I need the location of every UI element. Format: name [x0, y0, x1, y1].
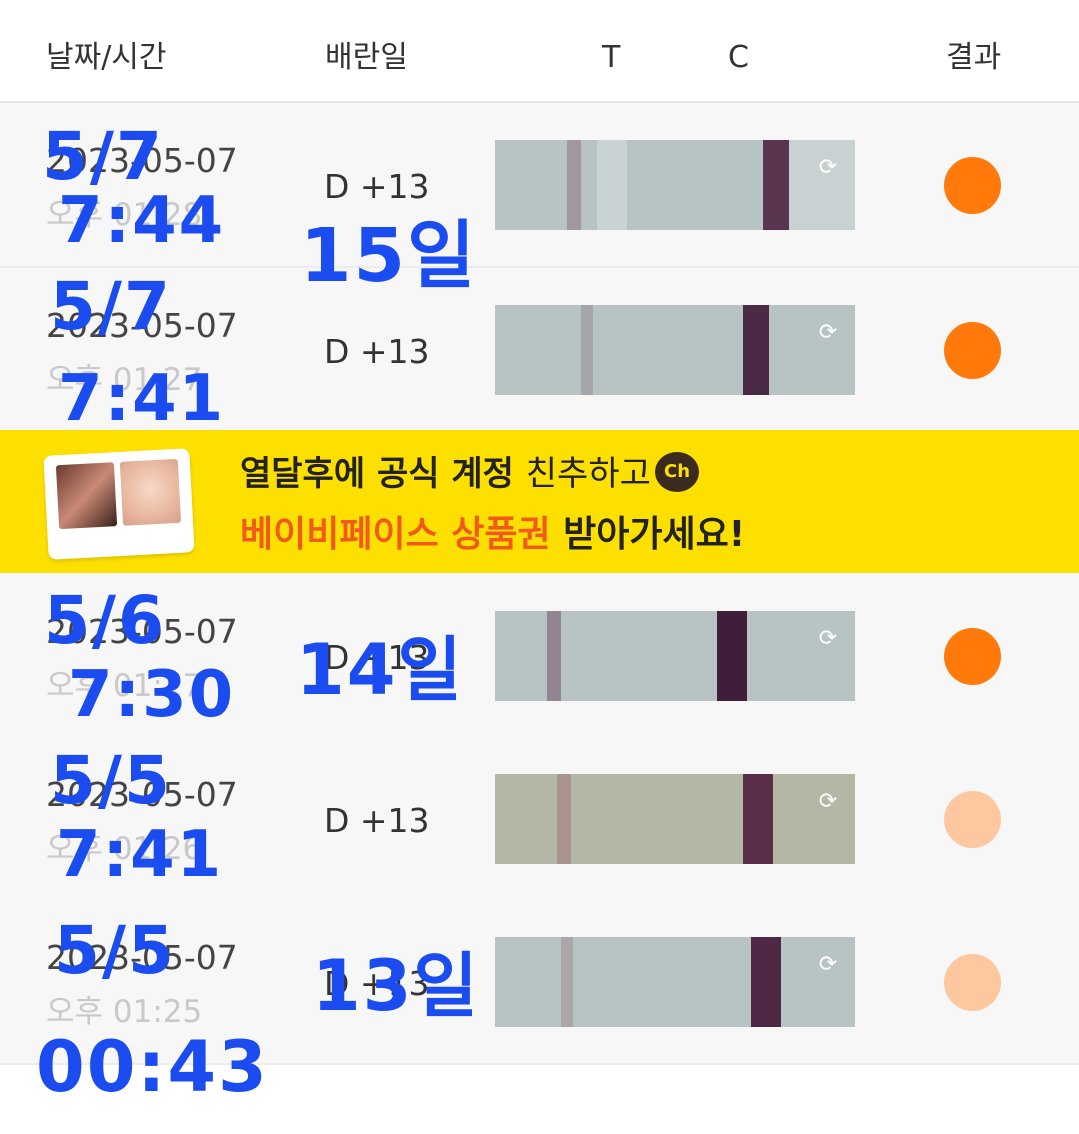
refresh-icon[interactable]: ⟳ [817, 628, 839, 650]
handwritten-time: 00:43 [36, 1026, 269, 1108]
result-indicator [944, 628, 1001, 685]
result-indicator [944, 954, 1001, 1011]
baby-photo-card [43, 448, 195, 560]
refresh-icon[interactable]: ⟳ [817, 791, 839, 813]
header-result: 결과 [946, 40, 1002, 75]
handwritten-days: 15일 [300, 213, 478, 299]
header-control-line: C [728, 40, 749, 75]
refresh-icon[interactable]: ⟳ [817, 954, 839, 976]
handwritten-date: 5/7 [50, 268, 172, 345]
baby-photo [119, 458, 182, 526]
strip-lines [581, 305, 593, 395]
result-indicator [944, 322, 1001, 379]
header-date-time: 날짜/시간 [46, 40, 167, 75]
handwritten-time: 7:44 [58, 184, 226, 258]
strip-lines [717, 611, 747, 701]
banner-headline-bold: 열달후에 공식 계정 [240, 454, 514, 494]
strip-lines [751, 937, 781, 1027]
banner-headline: 열달후에 공식 계정 친추하고 [240, 452, 651, 496]
handwritten-time: 7:30 [68, 658, 236, 732]
handwritten-time: 7:41 [56, 818, 224, 892]
refresh-icon[interactable]: ⟳ [817, 322, 839, 344]
ultrasound-photo [55, 462, 118, 530]
refresh-icon[interactable]: ⟳ [817, 157, 839, 179]
strip-lines [561, 937, 573, 1027]
result-indicator [944, 157, 1001, 214]
promo-banner[interactable]: 열달후에 공식 계정 친추하고 Ch 베이비페이스 상품권 받아가세요! [0, 430, 1079, 573]
handwritten-time: 7:41 [58, 362, 226, 436]
kakao-channel-icon: Ch [655, 452, 699, 492]
test-strip-image[interactable]: ⟳ [495, 611, 855, 701]
strip-lines [567, 140, 581, 230]
row-ovulation-day: D +13 [324, 332, 430, 371]
handwritten-date: 5/6 [44, 582, 166, 659]
card-caption [62, 529, 181, 549]
strip-lines [557, 774, 571, 864]
test-strip-image[interactable]: ⟳ [495, 774, 855, 864]
test-strip-image[interactable]: ⟳ [495, 140, 855, 230]
strip-lines [763, 140, 789, 230]
handwritten-days: 13일 [312, 945, 480, 1027]
table-header: 날짜/시간 배란일 T C 결과 [0, 0, 1079, 103]
strip-lines [743, 774, 773, 864]
banner-subline: 베이비페이스 상품권 받아가세요! [240, 512, 745, 558]
test-strip-image[interactable]: ⟳ [495, 937, 855, 1027]
handwritten-date: 5/5 [54, 912, 176, 989]
handwritten-date: 5/5 [50, 742, 172, 819]
handwritten-days: 14일 [296, 629, 464, 711]
header-ovulation-day: 배란일 [325, 40, 408, 75]
banner-cta-text: 받아가세요! [563, 514, 746, 555]
header-test-line: T [602, 40, 621, 75]
banner-gift-card-text: 베이비페이스 상품권 [240, 514, 551, 555]
strip-lines [789, 140, 855, 230]
banner-headline-light: 친추하고 [525, 454, 651, 494]
row-ovulation-day: D +13 [324, 801, 430, 840]
result-indicator [944, 791, 1001, 848]
strip-lines [743, 305, 769, 395]
test-strip-image[interactable]: ⟳ [495, 305, 855, 395]
strip-lines [547, 611, 561, 701]
strip-lines [597, 140, 627, 230]
